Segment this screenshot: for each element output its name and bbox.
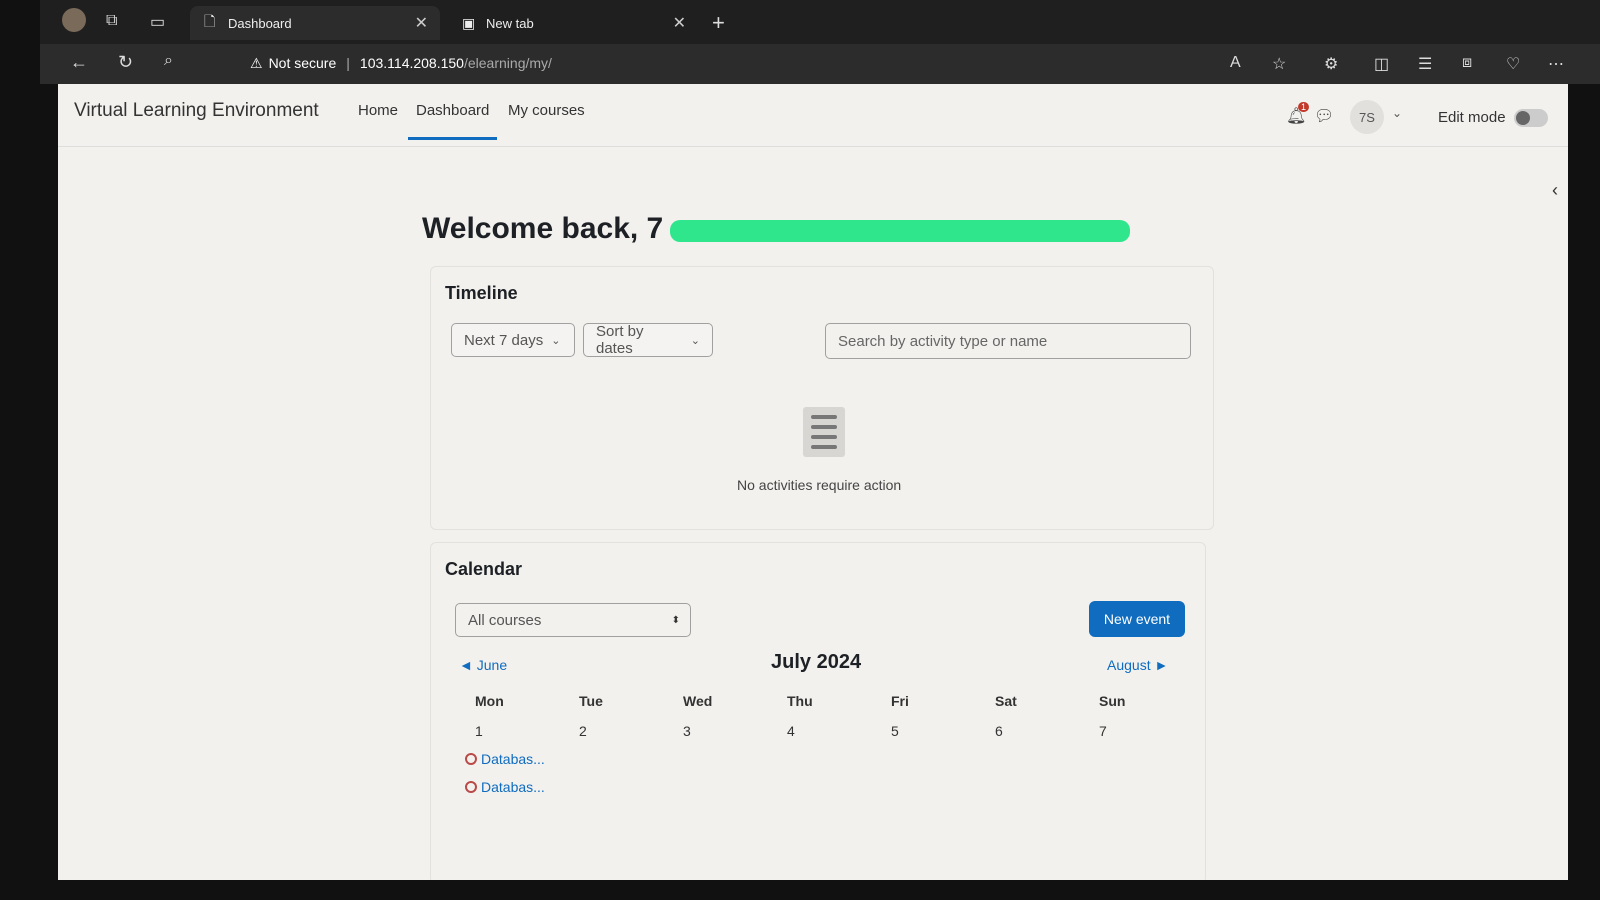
weekday-header: Tue xyxy=(579,693,603,709)
nav-home[interactable]: Home xyxy=(358,102,398,119)
security-label: Not secure xyxy=(268,55,337,71)
new-tab-icon: ▣ xyxy=(462,14,476,31)
close-icon[interactable]: ✕ xyxy=(415,13,428,33)
nav-dashboard[interactable]: Dashboard xyxy=(408,102,498,140)
collections-icon[interactable]: ⧈ xyxy=(1462,54,1472,72)
url-host: 103.114.208.150 xyxy=(359,55,464,71)
top-navbar: Virtual Learning Environment Home Dashbo… xyxy=(58,84,1568,147)
chevron-down-icon: ⌄ xyxy=(551,334,561,347)
calendar-day[interactable]: 4 xyxy=(787,723,795,739)
favorite-star-icon[interactable]: ☆ xyxy=(1272,54,1286,74)
calendar-day[interactable]: 6 xyxy=(995,723,1003,739)
profile-avatar[interactable] xyxy=(62,8,86,32)
more-options-icon[interactable]: ⋯ xyxy=(1548,54,1564,74)
site-brand[interactable]: Virtual Learning Environment xyxy=(74,100,319,122)
weekday-header: Wed xyxy=(683,693,713,709)
close-icon[interactable]: ✕ xyxy=(673,13,686,33)
calendar-day[interactable]: 5 xyxy=(891,723,899,739)
calendar-day[interactable]: 7 xyxy=(1099,723,1107,739)
calendar-day[interactable]: 1 xyxy=(475,723,483,739)
timeline-block: Timeline Next 7 days ⌄ Sort by dates ⌄ S… xyxy=(430,266,1214,530)
extensions-icon[interactable]: ⚙ xyxy=(1324,54,1338,74)
messages-icon[interactable]: 💬︎ xyxy=(1314,106,1334,126)
prev-month-link[interactable]: ◄ June xyxy=(459,657,507,673)
toggle-knob xyxy=(1516,111,1530,125)
welcome-heading: Welcome back, 7 xyxy=(422,212,664,245)
redaction-mark xyxy=(670,220,1130,242)
search-icon[interactable]: ⌕ xyxy=(164,52,173,70)
page-icon: 🗋 xyxy=(204,13,216,29)
weekday-header: Sun xyxy=(1099,693,1126,709)
url-path: /elearning/my/ xyxy=(463,55,552,71)
notification-badge: 1 xyxy=(1298,102,1310,112)
course-select[interactable]: All courses ⬍ xyxy=(455,603,691,637)
read-aloud-icon[interactable]: A xyxy=(1230,54,1241,72)
calendar-day[interactable]: 2 xyxy=(579,723,587,739)
split-screen-icon[interactable]: ◫ xyxy=(1374,54,1389,74)
current-month-title: July 2024 xyxy=(771,651,862,673)
event-dot-icon xyxy=(465,753,477,765)
edit-mode-toggle[interactable] xyxy=(1514,109,1548,127)
sort-label: Sort by dates xyxy=(596,323,644,357)
calendar-day[interactable]: 3 xyxy=(683,723,691,739)
address-bar-row: ← ↻ ⌕ ⚠ Not secure | 103.114.208.150 /el… xyxy=(40,44,1600,84)
next-month-link[interactable]: August ► xyxy=(1107,657,1168,673)
weekday-header: Fri xyxy=(891,693,909,709)
new-event-button[interactable]: New event xyxy=(1089,601,1185,637)
back-icon[interactable]: ← xyxy=(70,52,88,73)
weekday-header: Thu xyxy=(787,693,813,709)
chevron-left-icon[interactable]: ‹ xyxy=(1552,180,1558,201)
event-dot-icon xyxy=(465,781,477,793)
calendar-title: Calendar xyxy=(445,559,523,579)
nav-my-courses[interactable]: My courses xyxy=(508,102,585,119)
next-month-label: August xyxy=(1107,657,1151,673)
timeline-range-dropdown[interactable]: Next 7 days ⌄ xyxy=(451,323,575,357)
workspaces-icon[interactable]: ⧉ xyxy=(106,12,117,30)
course-select-value: All courses xyxy=(468,611,542,629)
calendar-event-link[interactable]: Databas... xyxy=(465,779,545,795)
tab-actions-icon[interactable]: ▭ xyxy=(150,12,165,32)
range-label: Next 7 days xyxy=(464,331,544,349)
url-separator: | xyxy=(346,55,350,71)
refresh-icon[interactable]: ↻ xyxy=(118,52,133,73)
timeline-sort-dropdown[interactable]: Sort by dates ⌄ xyxy=(583,323,713,357)
warning-icon: ⚠ xyxy=(250,54,263,71)
calendar-block: Calendar All courses ⬍ New event ◄ June … xyxy=(430,542,1206,880)
timeline-search-input[interactable]: Search by activity type or name xyxy=(825,323,1191,359)
timeline-title: Timeline xyxy=(445,283,518,303)
empty-list-icon xyxy=(803,407,845,457)
calendar-event-link[interactable]: Databas... xyxy=(465,751,545,767)
user-avatar[interactable]: 7S xyxy=(1350,100,1384,134)
url-field[interactable]: ⚠ Not secure | 103.114.208.150 /elearnin… xyxy=(250,48,1250,78)
edit-mode-label: Edit mode xyxy=(1438,109,1506,126)
moodle-page: Virtual Learning Environment Home Dashbo… xyxy=(58,84,1568,880)
browser-essentials-icon[interactable]: ♡ xyxy=(1506,54,1520,74)
weekday-header: Sat xyxy=(995,693,1017,709)
new-tab-button[interactable]: + xyxy=(712,10,725,36)
weekday-header: Mon xyxy=(475,693,504,709)
tab-dashboard[interactable]: 🗋 Dashboard ✕ xyxy=(190,6,440,40)
empty-state-text: No activities require action xyxy=(737,477,902,493)
event-label: Databas... xyxy=(481,779,545,795)
chevron-down-icon[interactable]: ⌄ xyxy=(1392,106,1402,120)
tab-new-tab[interactable]: ▣ New tab ✕ xyxy=(448,6,698,40)
select-arrows-icon: ⬍ xyxy=(671,614,680,626)
event-label: Databas... xyxy=(481,751,545,767)
tab-label: New tab xyxy=(486,15,534,31)
chevron-down-icon: ⌄ xyxy=(690,334,700,347)
favorites-icon[interactable]: ☰ xyxy=(1418,54,1432,74)
tab-label: Dashboard xyxy=(228,15,292,31)
prev-month-label: June xyxy=(476,657,508,673)
